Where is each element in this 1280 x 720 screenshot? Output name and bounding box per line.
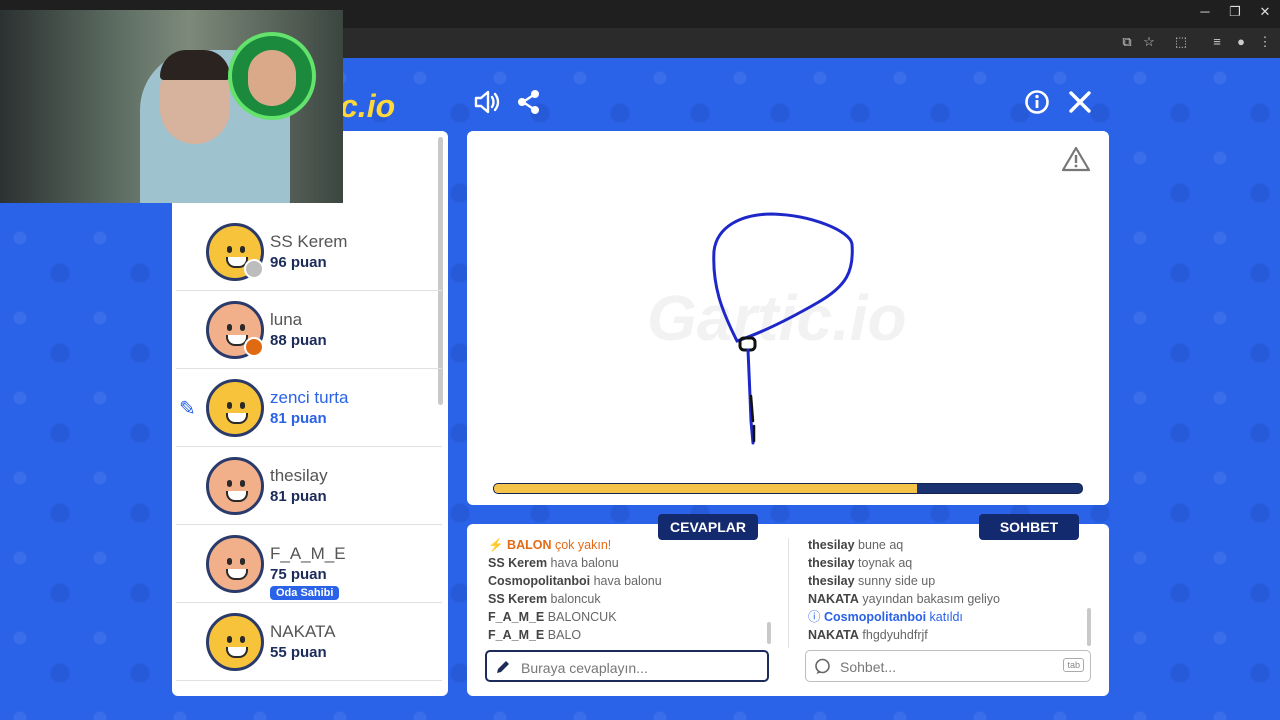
message-text: hava balonu	[550, 556, 619, 570]
answer-input-box	[485, 650, 769, 684]
player-name: F_A_M_E	[270, 544, 346, 563]
chat-bubble-icon	[815, 658, 830, 674]
player-row[interactable]: NAKATA 55 puan	[176, 604, 442, 681]
drawing-canvas[interactable]: Gartic.io	[467, 131, 1109, 505]
avatar	[206, 223, 264, 281]
message-text: bune aq	[858, 538, 904, 552]
message-user: NAKATA	[808, 592, 859, 606]
avatar	[206, 457, 264, 515]
message-text: BALONCUK	[547, 610, 617, 624]
message-text: katıldı	[929, 610, 963, 624]
player-row[interactable]: ✎ zenci turta 81 puan	[176, 370, 442, 447]
message-text: yayından bakasım geliyo	[862, 592, 1000, 606]
minimize-button[interactable]: ─	[1190, 4, 1220, 19]
star-icon[interactable]: ☆	[1140, 34, 1158, 50]
message-user: SS Kerem	[488, 592, 548, 606]
avatar	[206, 301, 264, 359]
pencil-icon	[497, 661, 509, 673]
player-row[interactable]: SS Kerem 96 puan	[176, 214, 442, 291]
players-panel: SS Kerem 96 puan luna 88 puan ✎ zenci turta 81…	[172, 131, 448, 696]
message-line: SS Kerem hava balonu	[488, 554, 768, 572]
info-small-icon: ⓘ	[808, 610, 824, 624]
close-icon[interactable]	[1065, 88, 1095, 118]
message-text: hava balonu	[593, 574, 662, 588]
drawing-strokes	[712, 212, 854, 445]
message-user: Cosmopolitanboi	[823, 610, 927, 624]
player-points: 81 puan	[270, 488, 327, 505]
message-text: BALO	[547, 628, 582, 642]
answers-list: ⚡ BALON çok yakın! SS Kerem hava balonu Co…	[488, 536, 768, 644]
avatar	[206, 379, 264, 437]
queue-icon[interactable]: ≡	[1208, 34, 1226, 49]
status-dot	[244, 259, 264, 279]
message-user: thesilay	[808, 574, 855, 588]
avatar	[206, 613, 264, 671]
answer-input[interactable]	[519, 652, 753, 684]
drawing-pencil-icon: ✎	[179, 398, 196, 420]
menu-icon[interactable]: ⋮	[1256, 34, 1274, 50]
message-line: F_A_M_E BALO	[488, 626, 768, 644]
share-icon[interactable]	[514, 88, 544, 118]
message-user: thesilay	[808, 538, 855, 552]
player-name: zenci turta	[270, 388, 349, 407]
speaker-icon[interactable]	[471, 88, 501, 118]
message-user: Cosmopolitanboi	[488, 574, 591, 588]
player-row[interactable]: thesilay 81 puan	[176, 448, 442, 525]
message-user: F_A_M_E	[488, 628, 545, 642]
streamer-logo	[228, 32, 316, 120]
host-badge: Oda Sahibi	[270, 586, 340, 600]
game-logo: c.io	[340, 88, 396, 124]
round-timer-bar	[493, 483, 1083, 494]
player-points: 75 puan	[270, 566, 327, 583]
player-name: luna	[270, 310, 303, 329]
player-row[interactable]: luna 88 puan	[176, 292, 442, 369]
message-line: thesilay sunny side up	[808, 572, 1088, 590]
message-user: thesilay	[808, 556, 855, 570]
message-line: NAKATA fhgdyuhdfrjf	[808, 626, 1088, 644]
message-user: SS Kerem	[488, 556, 548, 570]
message-line: Cosmopolitanboi hava balonu	[488, 572, 768, 590]
close-window-button[interactable]: ✕	[1250, 4, 1280, 20]
message-line: thesilay toynak aq	[808, 554, 1088, 572]
player-points: 55 puan	[270, 644, 327, 661]
player-row[interactable]: F_A_M_E 75 puan Oda Sahibi	[176, 526, 442, 603]
message-user: BALON	[507, 538, 552, 552]
status-dot	[244, 337, 264, 357]
message-user: F_A_M_E	[488, 610, 545, 624]
message-text: toynak aq	[858, 556, 913, 570]
answers-scrollbar[interactable]	[767, 622, 771, 644]
player-name: thesilay	[270, 466, 328, 485]
message-user: NAKATA	[808, 628, 859, 642]
bolt-icon: ⚡	[488, 538, 508, 552]
player-name: NAKATA	[270, 622, 336, 641]
message-line: thesilay bune aq	[808, 536, 1088, 554]
avatar	[206, 535, 264, 593]
message-text: baloncuk	[550, 592, 601, 606]
player-points: 81 puan	[270, 410, 327, 427]
message-line: ⚡ BALON çok yakın!	[488, 536, 768, 554]
player-name: SS Kerem	[270, 232, 348, 251]
chat-input[interactable]	[838, 651, 1072, 683]
message-text: fhgdyuhdfrjf	[862, 628, 928, 642]
cast-icon[interactable]: ⧉	[1118, 34, 1136, 50]
tab-key-hint: tab	[1063, 658, 1084, 672]
extension-icon[interactable]: ⬚	[1172, 34, 1190, 50]
message-line: SS Kerem baloncuk	[488, 590, 768, 608]
maximize-button[interactable]: ❐	[1220, 4, 1250, 20]
message-text: sunny side up	[858, 574, 936, 588]
message-line: NAKATA yayından bakasım geliyo	[808, 590, 1088, 608]
profile-icon[interactable]: ●	[1232, 34, 1250, 49]
player-points: 88 puan	[270, 332, 327, 349]
message-line: F_A_M_E BALONCUK	[488, 608, 768, 626]
message-text: çok yakın!	[554, 538, 612, 552]
player-points: 96 puan	[270, 254, 327, 271]
message-line: ⓘ Cosmopolitanboi katıldı	[808, 608, 1088, 626]
answers-chat-panel: CEVAPLAR SOHBET ⚡ BALON çok yakın! SS Ker…	[467, 514, 1109, 696]
chat-input-box: tab	[805, 650, 1091, 683]
chat-scrollbar[interactable]	[1087, 608, 1091, 646]
webcam-overlay	[0, 10, 343, 203]
info-icon[interactable]	[1022, 88, 1052, 118]
chat-list: thesilay bune aq thesilay toynak aq thesil…	[808, 536, 1088, 644]
